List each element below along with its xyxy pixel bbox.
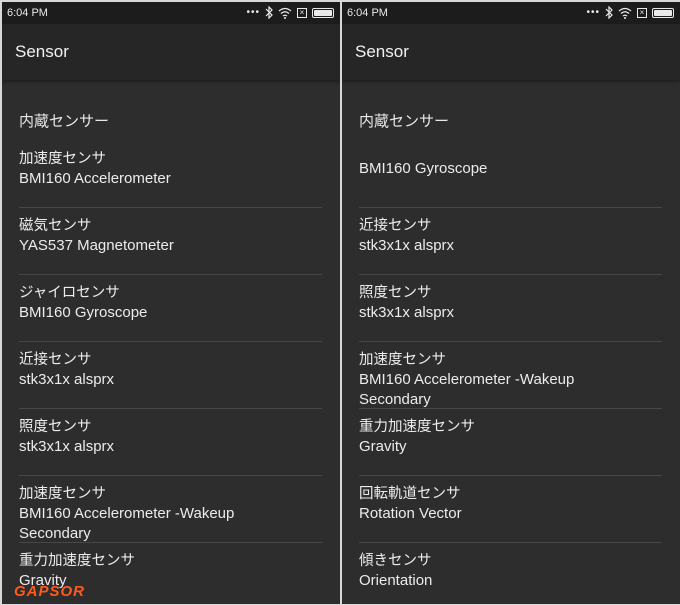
status-bar: 6:04 PM ••• × bbox=[2, 2, 340, 24]
wifi-icon bbox=[618, 7, 632, 19]
status-time: 6:04 PM bbox=[7, 7, 48, 19]
sensor-name: YAS537 Magnetometer bbox=[19, 237, 174, 254]
sensor-item[interactable]: 加速度センサ BMI160 Accelerometer -Wakeup Seco… bbox=[359, 342, 662, 409]
sensor-item[interactable]: 近接センサ stk3x1x alsprx bbox=[359, 208, 662, 275]
status-icons: ••• × bbox=[246, 6, 334, 19]
app-bar: Sensor bbox=[342, 24, 680, 80]
sensor-name: stk3x1x alsprx bbox=[359, 304, 455, 321]
sensor-type: 近接センサ bbox=[359, 218, 432, 234]
sensor-list: 加速度センサ BMI160 Accelerometer 磁気センサ YAS537… bbox=[2, 141, 340, 604]
sensor-type: 照度センサ bbox=[359, 285, 432, 301]
watermark-logo: GAPSOR bbox=[14, 583, 86, 600]
phone-screen-right: 6:04 PM ••• × Sensor 内蔵センサー BMI160 Gyros… bbox=[342, 2, 680, 604]
sensor-type: 重力加速度センサ bbox=[19, 553, 135, 569]
battery-icon bbox=[652, 7, 674, 18]
app-bar: Sensor bbox=[2, 24, 340, 80]
sensor-item[interactable]: 重力加速度センサ Gravity bbox=[359, 409, 662, 476]
sensor-name: stk3x1x alsprx bbox=[19, 371, 115, 388]
sensor-item[interactable]: 回転軌道センサ Rotation Vector bbox=[359, 476, 662, 543]
sensor-item[interactable]: 照度センサ stk3x1x alsprx bbox=[19, 409, 322, 476]
screenshot-frame: 6:04 PM ••• × Sensor 内蔵センサー 加速度センサ BMI16… bbox=[0, 0, 680, 605]
sensor-name-line2: Secondary bbox=[19, 525, 91, 542]
no-sim-icon: × bbox=[637, 7, 647, 18]
sensor-name: stk3x1x alsprx bbox=[359, 237, 455, 254]
sensor-name: BMI160 Accelerometer -Wakeup bbox=[359, 371, 575, 388]
section-header: 内蔵センサー bbox=[359, 112, 450, 130]
sensor-type: 照度センサ bbox=[19, 419, 92, 435]
sensor-type: 加速度センサ bbox=[19, 486, 106, 502]
sensor-type: 加速度センサ bbox=[19, 151, 106, 167]
status-icons: ••• × bbox=[586, 6, 674, 19]
section-header: 内蔵センサー bbox=[19, 112, 110, 130]
sensor-name: Orientation bbox=[359, 572, 433, 589]
sensor-item[interactable]: 磁気センサ YAS537 Magnetometer bbox=[19, 208, 322, 275]
sensor-name: stk3x1x alsprx bbox=[19, 438, 115, 455]
app-title: Sensor bbox=[15, 42, 69, 61]
wifi-icon bbox=[278, 7, 292, 19]
sensor-name: BMI160 Accelerometer bbox=[19, 170, 171, 187]
sensor-type: 加速度センサ bbox=[359, 352, 446, 368]
no-sim-icon: × bbox=[297, 7, 307, 18]
battery-icon bbox=[312, 7, 334, 18]
sensor-name: Rotation Vector bbox=[359, 505, 462, 522]
sensor-name: BMI160 Accelerometer -Wakeup bbox=[19, 505, 235, 522]
bluetooth-icon bbox=[605, 6, 613, 19]
sensor-item[interactable]: 照度センサ stk3x1x alsprx bbox=[359, 275, 662, 342]
sensor-item[interactable]: 加速度センサ BMI160 Accelerometer bbox=[19, 141, 322, 208]
sensor-item[interactable]: 加速度センサ BMI160 Accelerometer -Wakeup Seco… bbox=[19, 476, 322, 543]
status-bar: 6:04 PM ••• × bbox=[342, 2, 680, 24]
sensor-name: Gravity bbox=[359, 438, 407, 455]
sensor-type: 磁気センサ bbox=[19, 218, 92, 234]
notification-dots-icon: ••• bbox=[586, 6, 600, 18]
notification-dots-icon: ••• bbox=[246, 6, 260, 18]
sensor-name: BMI160 Gyroscope bbox=[19, 304, 148, 321]
sensor-name-line2: Secondary bbox=[359, 391, 431, 408]
sensor-item[interactable]: ジャイロセンサ BMI160 Gyroscope bbox=[19, 275, 322, 342]
sensor-type: ジャイロセンサ bbox=[19, 285, 120, 301]
app-title: Sensor bbox=[355, 42, 409, 61]
sensor-type: 傾きセンサ bbox=[359, 553, 432, 569]
sensor-item[interactable]: 近接センサ stk3x1x alsprx bbox=[19, 342, 322, 409]
sensor-item[interactable]: BMI160 Gyroscope bbox=[359, 141, 662, 208]
sensor-type: 重力加速度センサ bbox=[359, 419, 475, 435]
phone-screen-left: 6:04 PM ••• × Sensor 内蔵センサー 加速度センサ BMI16… bbox=[2, 2, 340, 604]
sensor-type: 近接センサ bbox=[19, 352, 92, 368]
status-time: 6:04 PM bbox=[347, 7, 388, 19]
sensor-list: BMI160 Gyroscope 近接センサ stk3x1x alsprx 照度… bbox=[342, 141, 680, 604]
bluetooth-icon bbox=[265, 6, 273, 19]
sensor-name: BMI160 Gyroscope bbox=[359, 160, 488, 177]
sensor-item[interactable]: 傾きセンサ Orientation bbox=[359, 543, 662, 604]
sensor-type: 回転軌道センサ bbox=[359, 486, 461, 502]
